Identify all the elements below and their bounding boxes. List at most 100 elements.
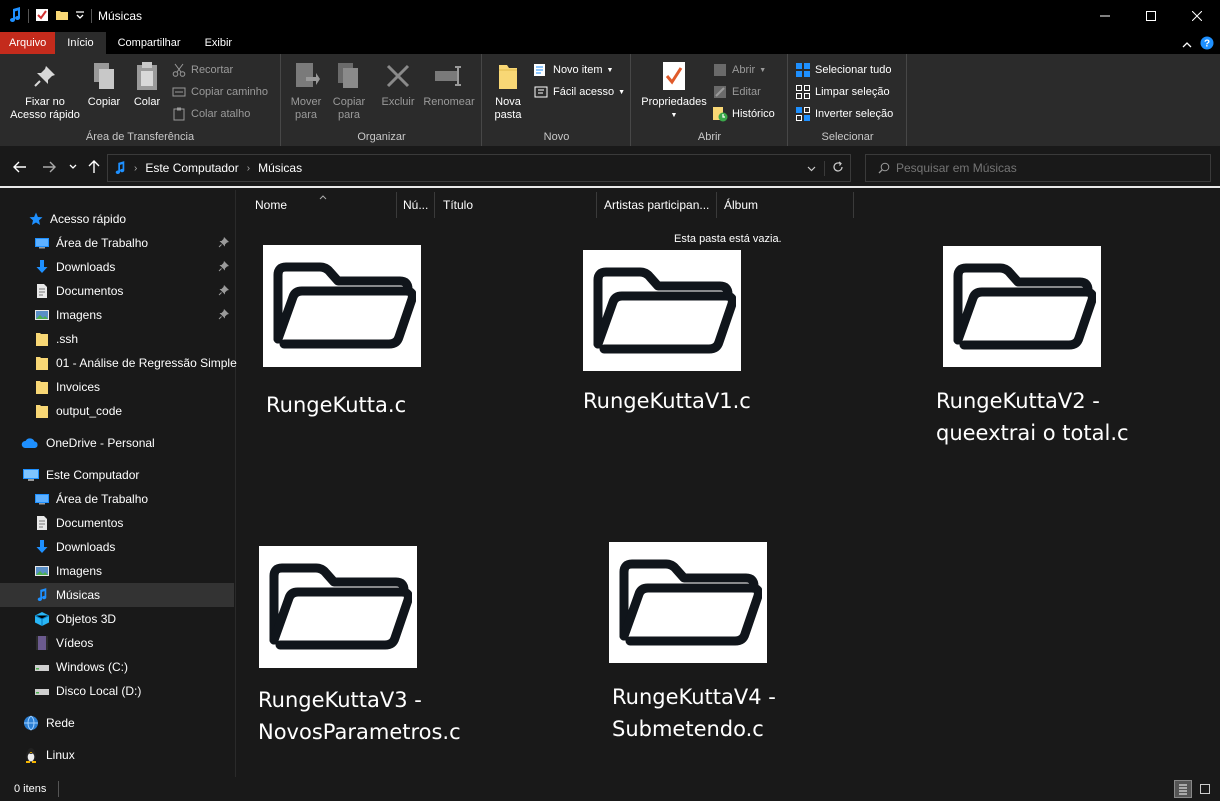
file-name-label[interactable]: RungeKuttaV4 - Submetendo.c [612, 681, 776, 745]
pin-icon[interactable] [218, 284, 230, 296]
properties-checkbox-icon[interactable] [35, 8, 49, 25]
folder-thumbnail[interactable] [583, 250, 741, 371]
sidebar-pc-item[interactable]: Vídeos [0, 631, 234, 655]
sidebar-item-label: Músicas [56, 588, 101, 602]
new-item-button[interactable]: Novo item ▼ [533, 60, 613, 80]
sidebar-item-linux[interactable]: Linux [0, 743, 234, 767]
column-header-album[interactable]: Álbum [717, 192, 854, 218]
folder-thumbnail[interactable] [943, 246, 1101, 367]
file-name-label[interactable]: RungeKuttaV3 - NovosParametros.c [258, 684, 461, 748]
up-button[interactable] [85, 158, 103, 176]
sidebar-quick-item[interactable]: Imagens [0, 303, 234, 327]
select-none-icon [795, 84, 811, 100]
address-dropdown-icon[interactable] [798, 161, 824, 175]
sidebar-quick-item[interactable]: Invoices [0, 375, 234, 399]
back-button[interactable] [11, 158, 29, 176]
tab-home[interactable]: Início [55, 32, 106, 54]
refresh-icon[interactable] [824, 160, 850, 176]
paste-button[interactable]: Colar [128, 60, 166, 109]
properties-button[interactable]: Propriedades ▼ [636, 60, 712, 122]
sidebar-pc-item[interactable]: Objetos 3D [0, 607, 234, 631]
folder-thumbnail[interactable] [609, 542, 767, 663]
new-folder-button[interactable]: Nova pasta [489, 60, 527, 122]
sidebar-quick-item[interactable]: Downloads [0, 255, 234, 279]
divider [58, 781, 60, 797]
breadcrumb-this-pc[interactable]: Este Computador [145, 161, 238, 175]
folder-thumbnail[interactable] [263, 245, 421, 367]
tab-share[interactable]: Compartilhar [106, 32, 193, 54]
file-name-label[interactable]: RungeKuttaV2 - queextrai o total.c [936, 385, 1129, 449]
column-header-name[interactable]: Nome [237, 192, 397, 218]
pin-icon[interactable] [218, 236, 230, 248]
invert-selection-button[interactable]: Inverter seleção [795, 104, 893, 124]
search-input[interactable] [896, 161, 1196, 175]
edit-button[interactable]: Editar [712, 82, 761, 102]
open-button[interactable]: Abrir ▼ [712, 60, 766, 80]
help-icon[interactable]: ? [1200, 36, 1214, 53]
select-none-button[interactable]: Limpar seleção [795, 82, 890, 102]
column-header-contributing-artists[interactable]: Artistas participan... [597, 192, 717, 218]
select-all-button[interactable]: Selecionar tudo [795, 60, 891, 80]
details-view-button[interactable] [1174, 780, 1192, 798]
close-button[interactable] [1174, 0, 1220, 32]
folder-thumbnail[interactable] [259, 546, 417, 668]
search-box[interactable] [865, 154, 1211, 182]
pin-quick-access-button[interactable]: Fixar no Acesso rápido [6, 60, 84, 122]
file-name-label[interactable]: RungeKuttaV1.c [583, 385, 751, 417]
edit-icon [712, 84, 728, 100]
sidebar-item-this-pc[interactable]: Este Computador [0, 463, 234, 487]
invert-selection-label: Inverter seleção [815, 108, 894, 120]
tab-file[interactable]: Arquivo [0, 32, 56, 54]
paste-shortcut-button[interactable]: Colar atalho [171, 104, 250, 124]
sidebar-item-onedrive[interactable]: OneDrive - Personal [0, 431, 234, 455]
sidebar-item-quick-access[interactable]: Acesso rápido [0, 207, 234, 231]
column-header-number[interactable]: Nú... [397, 192, 435, 218]
sidebar-quick-item[interactable]: 01 - Análise de Regressão Simples [0, 351, 243, 375]
sidebar-quick-item[interactable]: .ssh [0, 327, 234, 351]
new-folder-quick-icon[interactable] [55, 8, 69, 25]
file-name-label[interactable]: RungeKutta.c [266, 389, 406, 421]
large-icons-view-button[interactable] [1196, 780, 1214, 798]
new-group: Nova pasta Novo item ▼ Fácil acesso ▼ No… [483, 54, 631, 146]
tab-view[interactable]: Exibir [193, 32, 245, 54]
history-button[interactable]: Histórico [712, 104, 775, 124]
sidebar-item-label: Windows (C:) [56, 660, 129, 674]
sidebar-pc-item[interactable]: Windows (C:) [0, 655, 234, 679]
breadcrumb-separator-icon: › [134, 162, 138, 174]
sidebar-pc-item[interactable]: Área de Trabalho [0, 487, 234, 511]
delete-button[interactable]: Excluir [378, 60, 418, 109]
sidebar-quick-item[interactable]: Área de Trabalho [0, 231, 234, 255]
copy-path-button[interactable]: Copiar caminho [171, 82, 268, 102]
desktop-icon [34, 235, 50, 251]
properties-label: Propriedades [641, 96, 707, 108]
forward-button[interactable] [40, 158, 58, 176]
collapse-ribbon-icon[interactable] [1182, 38, 1192, 52]
sidebar-pc-item[interactable]: Disco Local (D:) [0, 679, 234, 703]
maximize-button[interactable] [1128, 0, 1174, 32]
minimize-button[interactable] [1082, 0, 1128, 32]
sidebar-pc-item[interactable]: Músicas [0, 583, 234, 607]
sidebar-pc-item[interactable]: Imagens [0, 559, 234, 583]
sidebar-item-label: 01 - Análise de Regressão Simples [56, 356, 243, 370]
rename-button[interactable]: Renomear [420, 60, 478, 109]
file-name-line-1: RungeKuttaV4 - [612, 685, 776, 709]
column-header-title[interactable]: Título [435, 192, 597, 218]
sidebar-pc-item[interactable]: Downloads [0, 535, 234, 559]
sidebar-quick-item[interactable]: Documentos [0, 279, 234, 303]
sidebar-pc-item[interactable]: Documentos [0, 511, 234, 535]
open-folder-icon [614, 550, 762, 656]
recent-locations-button[interactable] [64, 158, 82, 176]
move-to-button[interactable]: Mover para [286, 60, 326, 122]
breadcrumb-music[interactable]: Músicas [258, 161, 302, 175]
cut-button[interactable]: Recortar [171, 60, 233, 80]
copy-to-button[interactable]: Copiar para [328, 60, 370, 122]
customize-dropdown-icon[interactable] [75, 9, 85, 23]
pin-icon[interactable] [218, 260, 230, 272]
address-bar[interactable]: › Este Computador › Músicas [107, 154, 851, 182]
sidebar-item-network[interactable]: Rede [0, 711, 234, 735]
sidebar-item-label: Vídeos [56, 636, 94, 650]
copy-button[interactable]: Copiar [84, 60, 124, 109]
sidebar-quick-item[interactable]: output_code [0, 399, 234, 423]
easy-access-button[interactable]: Fácil acesso ▼ [533, 82, 625, 102]
pin-icon[interactable] [218, 308, 230, 320]
